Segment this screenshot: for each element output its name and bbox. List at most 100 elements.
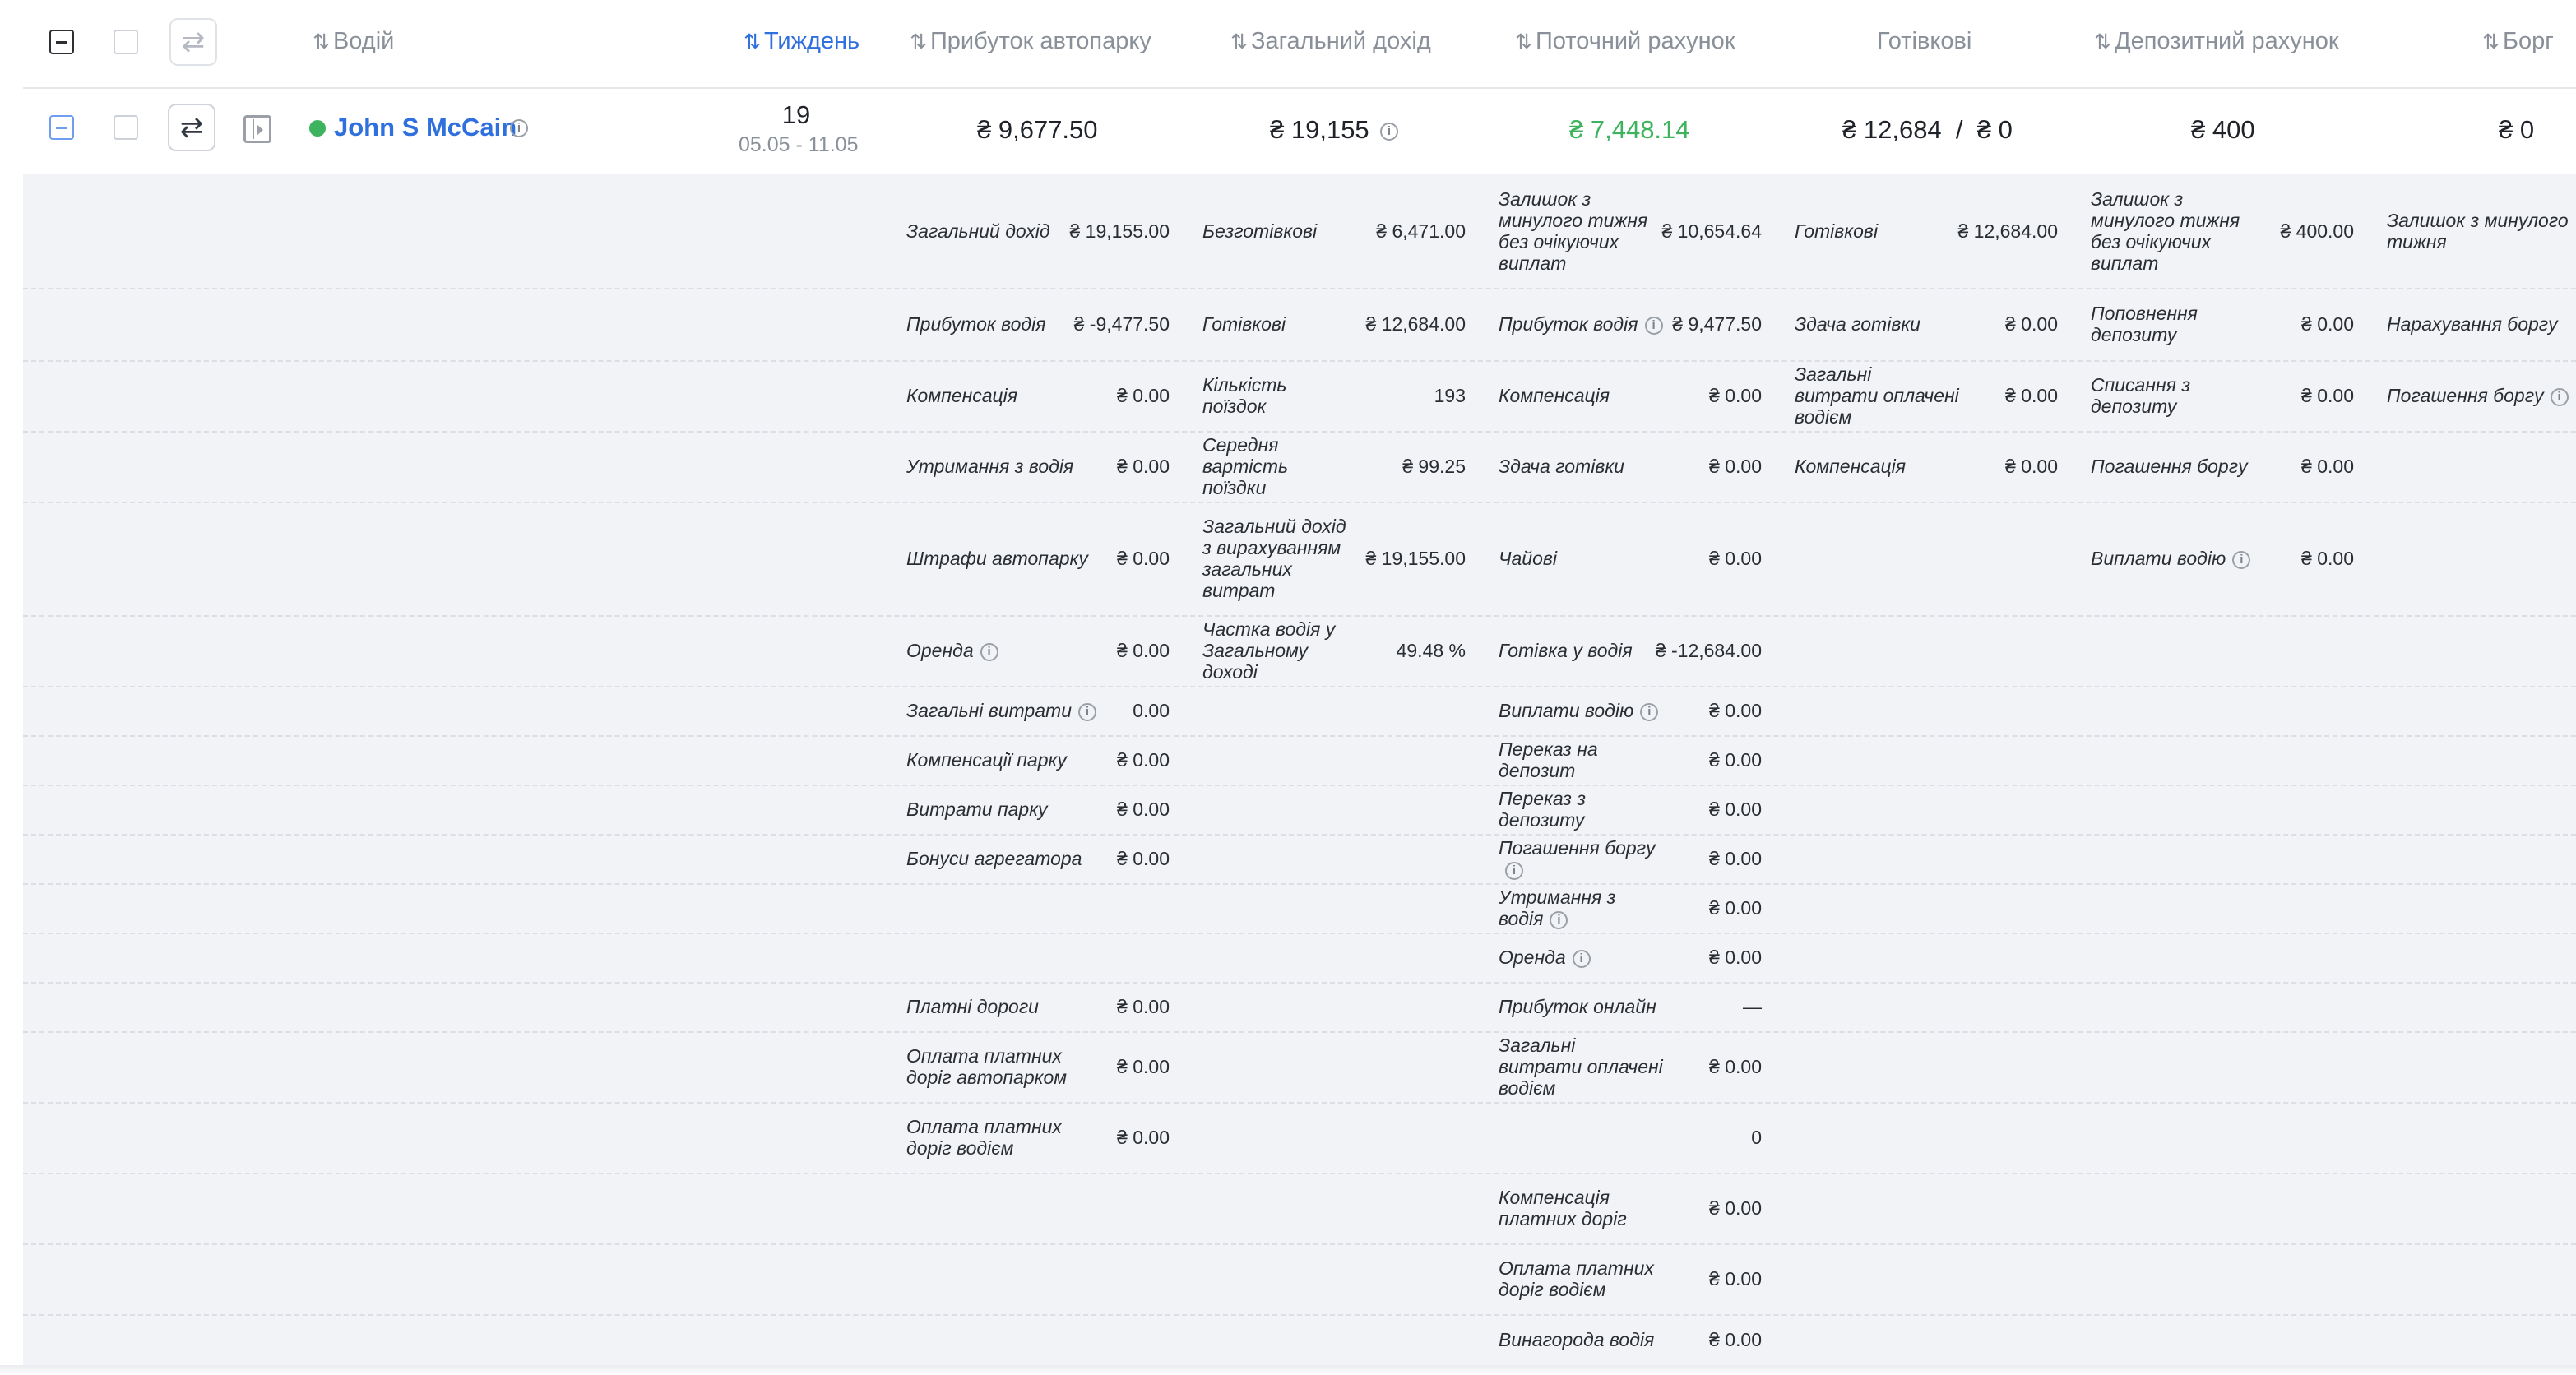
column-header-fleet-profit[interactable]: ⇅ Прибуток автопарку [910, 25, 1151, 58]
sort-icon: ⇅ [313, 30, 330, 53]
info-icon[interactable]: i [1550, 910, 1568, 929]
detail-value: 193 [1434, 385, 1466, 406]
info-icon[interactable]: i [1077, 702, 1096, 721]
detail-value: ₴ 0.00 [1117, 385, 1170, 406]
detail-label: Утримання з водія [906, 456, 1074, 477]
detail-value: ₴ 0.00 [2005, 385, 2058, 406]
detail-label: Здача готівки [1499, 456, 1624, 477]
row-divider [23, 735, 2576, 737]
detail-label: Виплати водію i [1499, 700, 1663, 721]
detail-label: Утримання з водія i [1499, 887, 1616, 929]
detail-label: Готівкові [1202, 313, 1286, 335]
table-row[interactable]: ⇄ John S McCain i 19 05.05 - 11.05 ₴ 9,6… [23, 89, 2576, 176]
week-number: 19 [781, 100, 811, 129]
detail-label: Переказ з депозиту [1499, 788, 1586, 831]
row-divider [23, 1173, 2576, 1174]
detail-value: ₴ 0.00 [1709, 456, 1762, 477]
column-header-total-income[interactable]: ⇅ Загальний дохід [1230, 25, 1431, 58]
detail-label: Компенсація [906, 385, 1018, 406]
detail-value: 0.00 [1133, 700, 1170, 721]
side-panel-icon[interactable] [243, 115, 271, 143]
detail-value: ₴ 6,471.00 [1376, 220, 1466, 242]
sort-icon: ⇅ [2094, 30, 2111, 53]
row-collapse-checkbox[interactable] [49, 115, 74, 140]
detail-label: Здача готівки [1795, 313, 1920, 335]
detail-label: Прибуток водія i [1499, 313, 1663, 335]
info-icon[interactable]: i [1380, 123, 1398, 141]
row-divider [23, 883, 2576, 885]
detail-label: Погашення боргуi [1499, 837, 1663, 880]
select-all-checkbox[interactable] [49, 30, 74, 54]
detail-value: ₴ -9,477.50 [1073, 313, 1170, 335]
detail-value: 0 [1751, 1127, 1762, 1148]
column-header-week[interactable]: ⇅ Тиждень [744, 25, 859, 58]
detail-label: Залишок з минулого тижня без очікуючих в… [1499, 188, 1648, 274]
detail-label: Оплата платних доріг автопарком [906, 1045, 1068, 1088]
info-icon[interactable]: i [510, 119, 528, 137]
fleet-profit-value: ₴ 9,677.50 [977, 115, 1098, 144]
detail-value: ₴ 0.00 [1709, 799, 1762, 820]
column-header-deposit[interactable]: ⇅ Депозитний рахунок [2094, 25, 2339, 58]
row-divider [23, 1243, 2576, 1245]
detail-label: Нарахування боргу [2387, 313, 2558, 335]
detail-value: ₴ 19,155.00 [1069, 220, 1170, 242]
row-divider [23, 686, 2576, 688]
column-header-debt[interactable]: ⇅ Борг [2482, 25, 2554, 58]
info-icon[interactable]: i [1572, 949, 1591, 968]
column-header-driver[interactable]: ⇅ Водій [313, 25, 394, 58]
info-icon[interactable]: i [1644, 316, 1663, 335]
detail-value: ₴ 0.00 [2301, 385, 2354, 406]
sort-icon: ⇅ [744, 30, 761, 53]
detail-value: ₴ 0.00 [2005, 456, 2058, 477]
detail-value: ₴ 0.00 [1709, 749, 1762, 771]
detail-value: ₴ 400.00 [2280, 220, 2354, 242]
info-icon[interactable]: i [2232, 550, 2251, 569]
detail-value: ₴ 0.00 [1709, 897, 1762, 919]
detail-value: ₴ 0.00 [1117, 749, 1170, 771]
detail-value: ₴ 0.00 [1117, 640, 1170, 661]
swap-button[interactable]: ⇄ [169, 18, 217, 66]
detail-value: ₴ 0.00 [1709, 947, 1762, 968]
status-dot [309, 120, 326, 137]
detail-value: ₴ 0.00 [1709, 1268, 1762, 1289]
detail-value: ₴ 0.00 [1117, 1056, 1170, 1077]
detail-value: ₴ 0.00 [1709, 1197, 1762, 1219]
header-checkbox[interactable] [114, 30, 138, 54]
detail-label: Кількість поїздок [1202, 374, 1287, 417]
detail-label: Оплата платних доріг водієм [906, 1116, 1062, 1159]
detail-label: Оренда i [1499, 947, 1663, 968]
detail-value: ₴ 19,155.00 [1365, 548, 1466, 569]
info-icon[interactable]: i [1505, 861, 1523, 880]
detail-label: Штрафи автопарку [906, 548, 1088, 569]
detail-value: ₴ 0.00 [1709, 700, 1762, 721]
info-icon[interactable]: i [2550, 387, 2569, 406]
detail-value: ₴ 0.00 [1709, 385, 1762, 406]
detail-value: — [1743, 996, 1762, 1017]
detail-label: Загальний дохід з вирахуванням загальних… [1202, 516, 1346, 601]
info-icon[interactable]: i [1640, 702, 1659, 721]
current-account-value: ₴ 7,448.14 [1569, 115, 1690, 144]
driver-name-link[interactable]: John S McCain [334, 110, 517, 145]
sort-icon: ⇅ [1515, 30, 1532, 53]
detail-value: ₴ 0.00 [1117, 1127, 1170, 1148]
detail-label: Готівкові [1795, 220, 1879, 242]
detail-value: ₴ 0.00 [1117, 996, 1170, 1017]
total-income-value: ₴ 19,155 [1270, 115, 1369, 144]
column-header-current-account[interactable]: ⇅ Поточний рахунок [1515, 25, 1735, 58]
column-header-cash: Готівкові [1877, 28, 1972, 54]
cash-value: ₴ 12,684 / ₴ 0 [1842, 115, 2013, 144]
detail-label: Прибуток онлайн [1499, 996, 1656, 1017]
detail-value: ₴ 9,477.50 [1672, 313, 1762, 335]
detail-label: Загальні витрати i [906, 700, 1104, 721]
detail-value: ₴ -12,684.00 [1655, 640, 1762, 661]
detail-value: ₴ 0.00 [1709, 1329, 1762, 1350]
swap-button[interactable]: ⇄ [168, 104, 215, 151]
detail-value: ₴ 10,654.64 [1661, 220, 1762, 242]
row-divider [23, 615, 2576, 617]
detail-label: Середня вартість поїздки [1202, 434, 1289, 498]
detail-label: Бонуси агрегатора [906, 848, 1082, 869]
row-checkbox[interactable] [114, 115, 138, 140]
detail-label: Компенсація [1795, 456, 1907, 477]
info-icon[interactable]: i [980, 642, 998, 661]
row-divider [23, 1314, 2576, 1316]
